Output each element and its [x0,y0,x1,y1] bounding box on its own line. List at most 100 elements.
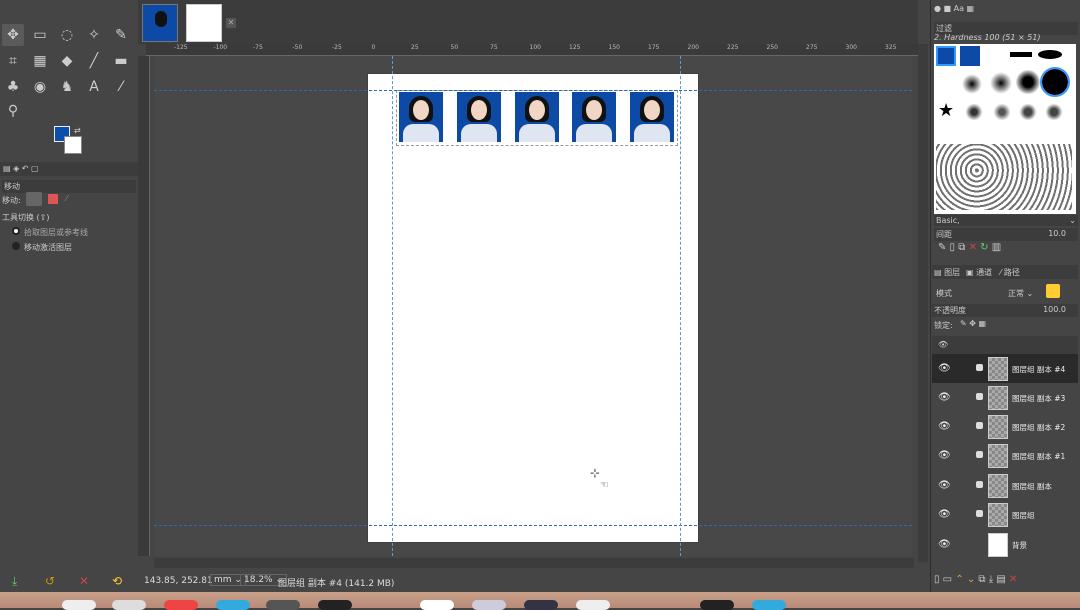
brush-spacing[interactable]: 间距 10.0 [934,228,1078,241]
brush-tabs-icon[interactable]: ● ■ Aa ▦ [934,4,974,13]
move-tool-icon[interactable]: ✥ [2,24,24,46]
clone-tool-icon[interactable]: ♣ [2,76,24,98]
eye-icon[interactable]: 👁 [938,392,951,403]
brush-item[interactable] [990,72,1012,94]
move-layer-icon[interactable] [26,192,42,206]
zoom-tool-icon[interactable]: ⚲ [2,100,24,122]
brush-item[interactable] [1010,52,1032,57]
reset-options-icon[interactable]: ⟲ [112,574,122,588]
chain-icon[interactable] [976,451,983,458]
layer-row[interactable]: 👁 图层组 副本 #3 [932,383,1078,412]
rect-select-tool-icon[interactable]: ▭ [29,24,51,46]
chain-icon[interactable] [976,364,983,371]
ruler-tick-label: 275 [806,44,818,51]
ruler-tick-label: -100 [213,44,228,51]
brush-grid[interactable]: ★ [934,44,1076,214]
eye-icon[interactable]: 👁 [938,539,951,550]
guide-line[interactable] [154,525,912,526]
brush-item[interactable] [962,74,982,94]
dock-app-icon[interactable] [472,600,506,610]
dock-app-icon[interactable] [62,600,96,610]
eye-icon[interactable]: 👁 [938,480,951,491]
lock-icons[interactable]: ✎ ✥ ▦ [960,319,986,328]
opacity-slider[interactable]: 不透明度 100.0 [932,304,1078,317]
eye-icon[interactable]: 👁 [938,450,951,461]
brush-item[interactable] [1016,70,1040,94]
path-tool-icon[interactable]: ✎ [110,24,132,46]
pick-layer-radio[interactable] [12,227,20,235]
brush-item[interactable] [960,46,980,66]
chain-icon[interactable] [976,422,983,429]
brush-item[interactable] [1018,102,1038,122]
eraser-icon[interactable]: ▬ [110,50,132,72]
dock-app-icon[interactable] [752,600,786,610]
delete-options-icon[interactable]: ✕ [79,574,89,588]
swap-colors-icon[interactable]: ⇄ [74,126,81,135]
dock-app-icon[interactable] [164,600,198,610]
fuzzy-select-tool-icon[interactable]: ✧ [83,24,105,46]
ruler-tick-label: 250 [766,44,778,51]
dock-app-icon[interactable] [700,600,734,610]
layer-row[interactable]: 👁 背景 [932,530,1078,559]
tab-paths[interactable]: ⁄ 路径 [1000,267,1020,278]
crop-tool-icon[interactable]: ⌗ [2,50,24,72]
chain-icon[interactable] [976,510,983,517]
layer-row[interactable]: 👁 图层组 副本 #2 [932,412,1078,441]
dock-app-icon[interactable] [266,600,300,610]
star-brush-icon[interactable]: ★ [938,100,958,121]
dock-app-icon[interactable] [576,600,610,610]
brush-item[interactable] [1038,50,1062,59]
mode-select[interactable]: 正常 ⌄ [1008,288,1033,299]
eye-icon[interactable]: 👁 [938,421,951,432]
horizontal-scrollbar[interactable] [154,558,914,568]
warp-tool-icon[interactable]: ▦ [29,50,51,72]
image-tab-photo[interactable] [142,4,178,42]
layer-row[interactable]: 👁 图层组 副本 #4 [932,354,1078,383]
chain-icon[interactable] [976,481,983,488]
dock-app-icon[interactable] [112,600,146,610]
brush-item[interactable] [964,102,984,122]
restore-options-icon[interactable]: ↺ [45,574,55,588]
guide-line[interactable] [154,90,912,91]
dock-app-icon[interactable] [318,600,352,610]
layer-row[interactable]: 👁 图层组 副本 [932,471,1078,500]
move-active-radio[interactable] [12,242,20,250]
move-selection-icon[interactable] [48,194,58,204]
dodge-tool-icon[interactable]: ♞ [56,76,78,98]
brush-preset-select[interactable]: Basic, ⌄ [934,215,1078,226]
layer-row[interactable]: 👁 图层组 副本 #1 [932,441,1078,470]
brush-item[interactable] [1044,102,1064,122]
dock-app-icon[interactable] [524,600,558,610]
paintbrush-icon[interactable]: ╱ [83,50,105,72]
brush-texture-grid[interactable] [936,144,1072,210]
background-color-swatch[interactable] [64,136,82,154]
guide-line[interactable] [392,56,393,556]
brush-item[interactable] [1040,67,1070,97]
image-tab-layout[interactable] [186,4,222,42]
tab-channels[interactable]: ▣ 通道 [966,267,992,278]
guide-line[interactable] [680,56,681,556]
dock-app-icon[interactable] [216,600,250,610]
blur-tool-icon[interactable]: ◉ [29,76,51,98]
eye-icon[interactable]: 👁 [938,363,951,374]
eye-icon[interactable]: 👁 [938,509,951,520]
vertical-scrollbar[interactable] [918,44,928,562]
layer-actions-icon[interactable]: ▯ ▭ ⌃ ⌄ ⧉ ⤓ ▤ ✕ [934,574,1017,585]
brush-item[interactable] [992,102,1012,122]
chain-icon[interactable] [976,393,983,400]
tool-options-icon[interactable]: ▤ ◈ ↶ ▢ [3,164,39,173]
close-tab-icon[interactable]: ✕ [226,18,236,28]
tab-paths-label: 路径 [1003,268,1020,277]
text-tool-icon[interactable]: A [83,76,105,98]
dock-app-icon[interactable] [420,600,454,610]
brush-actions-icon[interactable]: ✎ ▯ ⧉ ✕ ↻ ▥ [938,242,1001,253]
brush-item[interactable] [936,46,956,66]
bucket-fill-icon[interactable]: ◆ [56,50,78,72]
move-path-icon[interactable]: ⁄ [66,194,67,203]
save-options-icon[interactable]: ⤓ [12,574,17,589]
tab-layers[interactable]: ▤ 图层 [934,267,960,278]
layer-row[interactable]: 👁 图层组 [932,500,1078,529]
color-picker-icon[interactable]: ⁄ [110,76,132,98]
mode-reset-icon[interactable] [1046,284,1060,298]
lasso-tool-icon[interactable]: ◌ [56,24,78,46]
